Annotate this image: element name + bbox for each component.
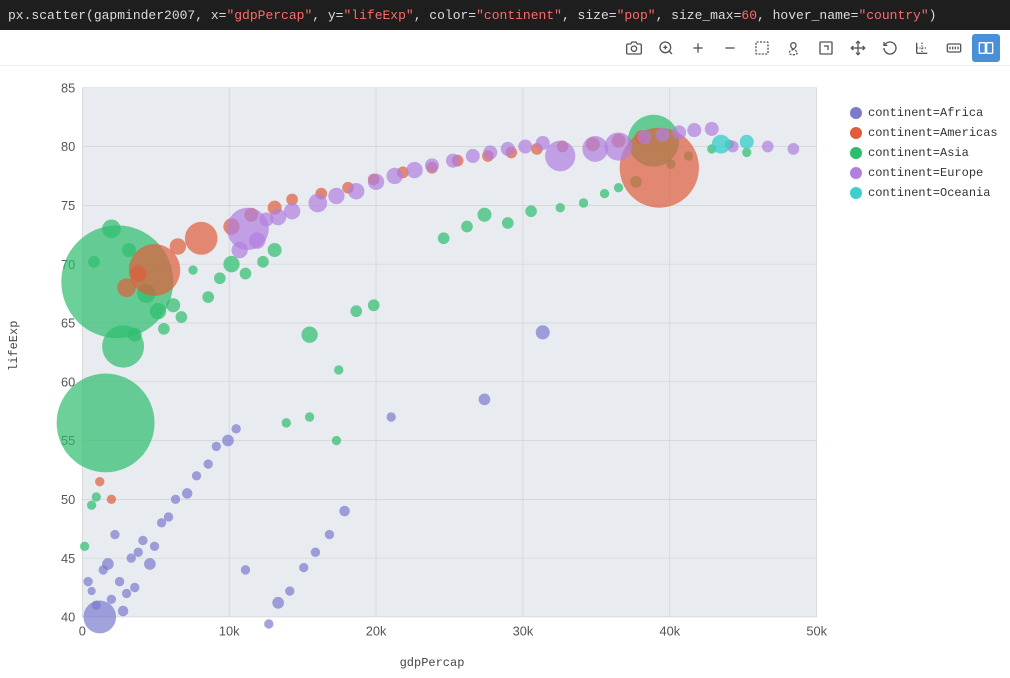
svg-text:50: 50 — [61, 492, 75, 507]
legend-dot-asia — [850, 147, 862, 159]
legend-dot-europe — [850, 167, 862, 179]
chart-area: lifeExp — [0, 66, 1010, 626]
code-y: "lifeExp" — [343, 8, 413, 23]
legend-item-oceania[interactable]: continent=Oceania — [850, 186, 990, 200]
chart-legend: continent=Africa continent=Americas cont… — [840, 76, 1000, 210]
y-axis-label: lifeExp — [4, 66, 24, 626]
compare-hover-button[interactable] — [972, 34, 1000, 62]
code-color: "continent" — [476, 8, 562, 23]
legend-label-africa: continent=Africa — [868, 106, 983, 120]
chart-toolbar — [0, 30, 1010, 66]
svg-text:65: 65 — [61, 316, 75, 331]
legend-label-europe: continent=Europe — [868, 166, 983, 180]
code-close: ) — [929, 8, 937, 23]
legend-label-asia: continent=Asia — [868, 146, 969, 160]
legend-item-americas[interactable]: continent=Americas — [850, 126, 990, 140]
toggle-hover-button[interactable] — [940, 34, 968, 62]
code-x: "gdpPercap" — [226, 8, 312, 23]
zoom-to-rect-button[interactable] — [812, 34, 840, 62]
legend-item-africa[interactable]: continent=Africa — [850, 106, 990, 120]
plot-with-legend: 40 45 50 55 60 65 70 75 80 85 0 10k 20k … — [24, 76, 1000, 652]
code-comma5: , hover_name= — [757, 8, 858, 23]
svg-text:75: 75 — [61, 198, 75, 213]
reset-axes-button[interactable] — [876, 34, 904, 62]
legend-dot-oceania — [850, 187, 862, 199]
svg-text:45: 45 — [61, 551, 75, 566]
legend-dot-africa — [850, 107, 862, 119]
scatter-svg: 40 45 50 55 60 65 70 75 80 85 0 10k 20k … — [24, 76, 840, 652]
plot-container: 40 45 50 55 60 65 70 75 80 85 0 10k 20k … — [24, 66, 1010, 626]
legend-label-oceania: continent=Oceania — [868, 186, 990, 200]
legend-item-asia[interactable]: continent=Asia — [850, 146, 990, 160]
camera-button[interactable] — [620, 34, 648, 62]
scatter-plot[interactable]: 40 45 50 55 60 65 70 75 80 85 0 10k 20k … — [24, 76, 840, 652]
svg-text:80: 80 — [61, 139, 75, 154]
code-comma4: , size_max= — [656, 8, 742, 23]
zoom-in-button[interactable] — [684, 34, 712, 62]
x-axis-label: gdpPercap — [0, 652, 1000, 678]
svg-text:40: 40 — [61, 610, 75, 625]
lasso-button[interactable] — [780, 34, 808, 62]
zoom-out-button[interactable] — [716, 34, 744, 62]
code-comma2: , color= — [414, 8, 476, 23]
code-comma3: , size= — [562, 8, 617, 23]
code-smax: 60 — [741, 8, 757, 23]
code-hover: "country" — [858, 8, 928, 23]
legend-label-americas: continent=Americas — [868, 126, 998, 140]
svg-text:85: 85 — [61, 80, 75, 95]
spike-lines-button[interactable] — [908, 34, 936, 62]
select-box-button[interactable] — [748, 34, 776, 62]
legend-dot-americas — [850, 127, 862, 139]
code-size: "pop" — [617, 8, 656, 23]
code-bar: px.scatter(gapminder2007, x="gdpPercap",… — [0, 0, 1010, 30]
code-prefix: px.scatter(gapminder2007, x= — [8, 8, 226, 23]
legend-item-europe[interactable]: continent=Europe — [850, 166, 990, 180]
zoom-button[interactable] — [652, 34, 680, 62]
code-comma1: , y= — [312, 8, 343, 23]
pan-button[interactable] — [844, 34, 872, 62]
